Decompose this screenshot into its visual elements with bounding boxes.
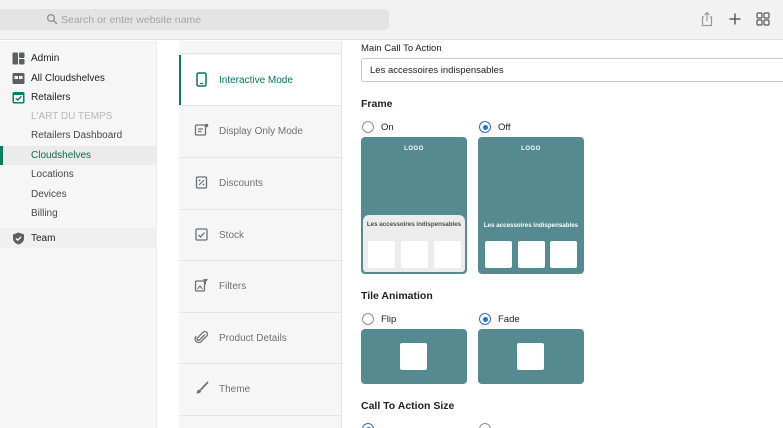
sidebar-item-label: Locations [31, 169, 74, 180]
browser-toolbar [0, 0, 783, 40]
preview-logo: LOGO [521, 146, 541, 152]
paperclip-icon [194, 330, 209, 344]
tab-filters[interactable]: Filters [179, 261, 341, 313]
share-icon[interactable] [699, 11, 715, 27]
tab-label: Interactive Mode [219, 75, 293, 86]
tile-animation-title: Tile Animation [361, 290, 433, 302]
radio-label: On [381, 121, 394, 133]
animation-flip-preview[interactable] [361, 329, 467, 384]
settings-content: Main Call To Action Frame On Off LOGO Le… [343, 41, 783, 428]
sidebar-item-admin[interactable]: Admin [0, 49, 157, 68]
tab-label: Theme [219, 384, 251, 395]
preview-logo: LOGO [404, 146, 424, 152]
settings-tabs: Interactive Mode Display Only Mode Disco… [179, 41, 342, 428]
tab-label: Filters [219, 281, 247, 292]
frame-off-preview[interactable]: LOGO Les accessoires indispensables [478, 137, 584, 274]
cta-size-radio-2[interactable] [479, 423, 491, 428]
tab-theme[interactable]: Theme [179, 364, 341, 416]
cta-label: Main Call To Action [361, 43, 442, 54]
radio-circle[interactable] [362, 313, 374, 325]
preview-frame-panel: Les accessoires indispensables [363, 215, 465, 272]
radio-circle[interactable] [479, 423, 491, 428]
retailers-icon [12, 92, 25, 104]
sidebar-item-label: Billing [31, 208, 58, 219]
frame-on-radio[interactable]: On [362, 121, 394, 133]
brush-icon [196, 381, 209, 394]
preview-tile [401, 241, 428, 268]
address-input[interactable] [61, 13, 361, 26]
frame-title: Frame [361, 98, 393, 110]
sidebar-item-label: Admin [31, 53, 60, 64]
frame-off-radio[interactable]: Off [479, 121, 511, 133]
preview-tile [400, 343, 427, 370]
preview-tile [518, 241, 545, 268]
tab-stock[interactable]: Stock [179, 210, 341, 261]
sidebar-item-label: Cloudshelves [31, 150, 92, 161]
preview-tile [517, 343, 544, 370]
shield-icon [13, 232, 24, 245]
filter-icon [194, 279, 208, 292]
new-tab-icon[interactable] [727, 11, 743, 27]
tab-interactive-mode[interactable]: Interactive Mode [179, 55, 341, 106]
preview-tile [368, 241, 395, 268]
sidebar-item-label: Team [31, 233, 56, 244]
sidebar-item-retailers-dashboard[interactable]: Retailers Dashboard [0, 126, 157, 145]
animation-flip-radio[interactable]: Flip [362, 313, 396, 325]
sidebar-item-label: All Cloudshelves [31, 73, 105, 84]
radio-circle[interactable] [479, 121, 491, 133]
sidebar-item-locations[interactable]: Locations [0, 165, 157, 184]
cta-input[interactable] [361, 58, 783, 82]
radio-label: Fade [498, 313, 520, 325]
animation-fade-radio[interactable]: Fade [479, 313, 520, 325]
sidebar-item-label: Retailers Dashboard [31, 130, 123, 141]
display-icon [194, 123, 209, 136]
radio-label: Flip [381, 313, 397, 325]
preview-cta-text: Les accessoires indispensables [366, 221, 462, 228]
search-icon [46, 13, 58, 25]
cta-size-title: Call To Action Size [361, 400, 455, 412]
preview-tile [485, 241, 512, 268]
preview-cta-text: Les accessoires indispensables [483, 222, 579, 229]
stock-icon [195, 228, 208, 241]
sidebar-item-label: Retailers [31, 92, 71, 103]
sidebar-item-billing[interactable]: Billing [0, 204, 157, 223]
radio-circle[interactable] [479, 313, 491, 325]
tab-discounts[interactable]: Discounts [179, 158, 341, 210]
tab-label: Display Only Mode [219, 126, 303, 137]
address-bar[interactable] [0, 9, 389, 30]
tab-list-top [179, 41, 341, 54]
sidebar-item-retailers[interactable]: Retailers [0, 88, 157, 107]
discount-icon [195, 176, 208, 189]
sidebar-retailer-name: L'ART DU TEMPS [0, 107, 157, 126]
sidebar-item-team[interactable]: Team [0, 229, 157, 248]
tab-label: Discounts [219, 178, 263, 189]
tablet-icon [196, 72, 207, 87]
tab-product-details[interactable]: Product Details [179, 313, 341, 364]
tab-display-only-mode[interactable]: Display Only Mode [179, 106, 341, 158]
sidebar-item-cloudshelves[interactable]: Cloudshelves [0, 146, 157, 165]
sidebar-item-label: L'ART DU TEMPS [31, 111, 113, 122]
cloudshelves-icon [12, 73, 25, 84]
animation-fade-preview[interactable] [478, 329, 584, 384]
admin-icon [12, 52, 25, 65]
cta-size-radio-1[interactable] [362, 423, 374, 428]
preview-tile [550, 241, 577, 268]
preview-tile [434, 241, 461, 268]
radio-circle[interactable] [362, 121, 374, 133]
radio-label: Off [498, 121, 511, 133]
sidebar-item-devices[interactable]: Devices [0, 185, 157, 204]
tab-overview-icon[interactable] [755, 11, 771, 27]
radio-circle[interactable] [362, 423, 374, 428]
tab-label: Product Details [219, 333, 287, 344]
sidebar-item-all-cloudshelves[interactable]: All Cloudshelves [0, 69, 157, 88]
frame-on-preview[interactable]: LOGO Les accessoires indispensables [361, 137, 467, 274]
admin-sidebar: Admin All Cloudshelves Retailers L'ART D… [0, 41, 157, 428]
sidebar-item-label: Devices [31, 189, 67, 200]
tab-label: Stock [219, 230, 245, 241]
